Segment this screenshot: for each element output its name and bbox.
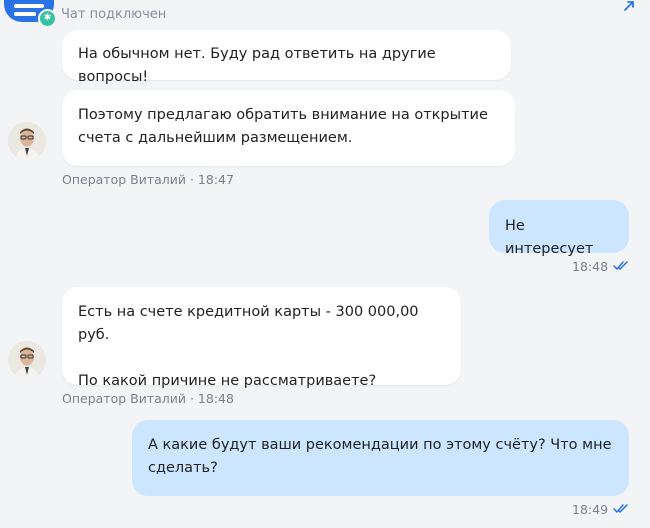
message-meta: Оператор Виталий · 18:48 [62,391,234,406]
chat-status: Чат подключен [61,7,167,22]
message-text: На обычном нет. Буду рад ответить на дру… [78,46,436,85]
operator-message: Поэтому предлагаю обратить внимание на о… [62,90,515,166]
expand-icon[interactable] [622,0,636,12]
message-meta: Оператор Виталий · 18:47 [62,172,234,187]
online-badge-icon: ✱ [38,9,57,28]
chat-header: ✱ Чат подключен [0,0,650,28]
user-message: Не интересует [489,200,629,257]
operator-message: На обычном нет. Буду рад ответить на дру… [62,30,511,85]
operator-message: Есть на счете кредитной карты - 300 000,… [62,287,461,389]
message-time: 18:49 [572,502,609,517]
user-message: А какие будут ваши рекомендации по этому… [132,420,629,496]
message-text: Не интересует [505,218,594,257]
operator-avatar [8,122,46,160]
message-text-line: По какой причине не рассматриваете? [78,373,377,389]
operator-avatar [8,341,46,379]
message-text-line: Есть на счете кредитной карты - 300 000,… [78,304,419,343]
read-check-icon [613,261,628,270]
message-time: 18:48 [572,259,609,274]
message-text: Поэтому предлагаю обратить внимание на о… [78,107,488,146]
message-text: А какие будут ваши рекомендации по этому… [148,437,612,476]
read-check-icon [613,504,628,513]
